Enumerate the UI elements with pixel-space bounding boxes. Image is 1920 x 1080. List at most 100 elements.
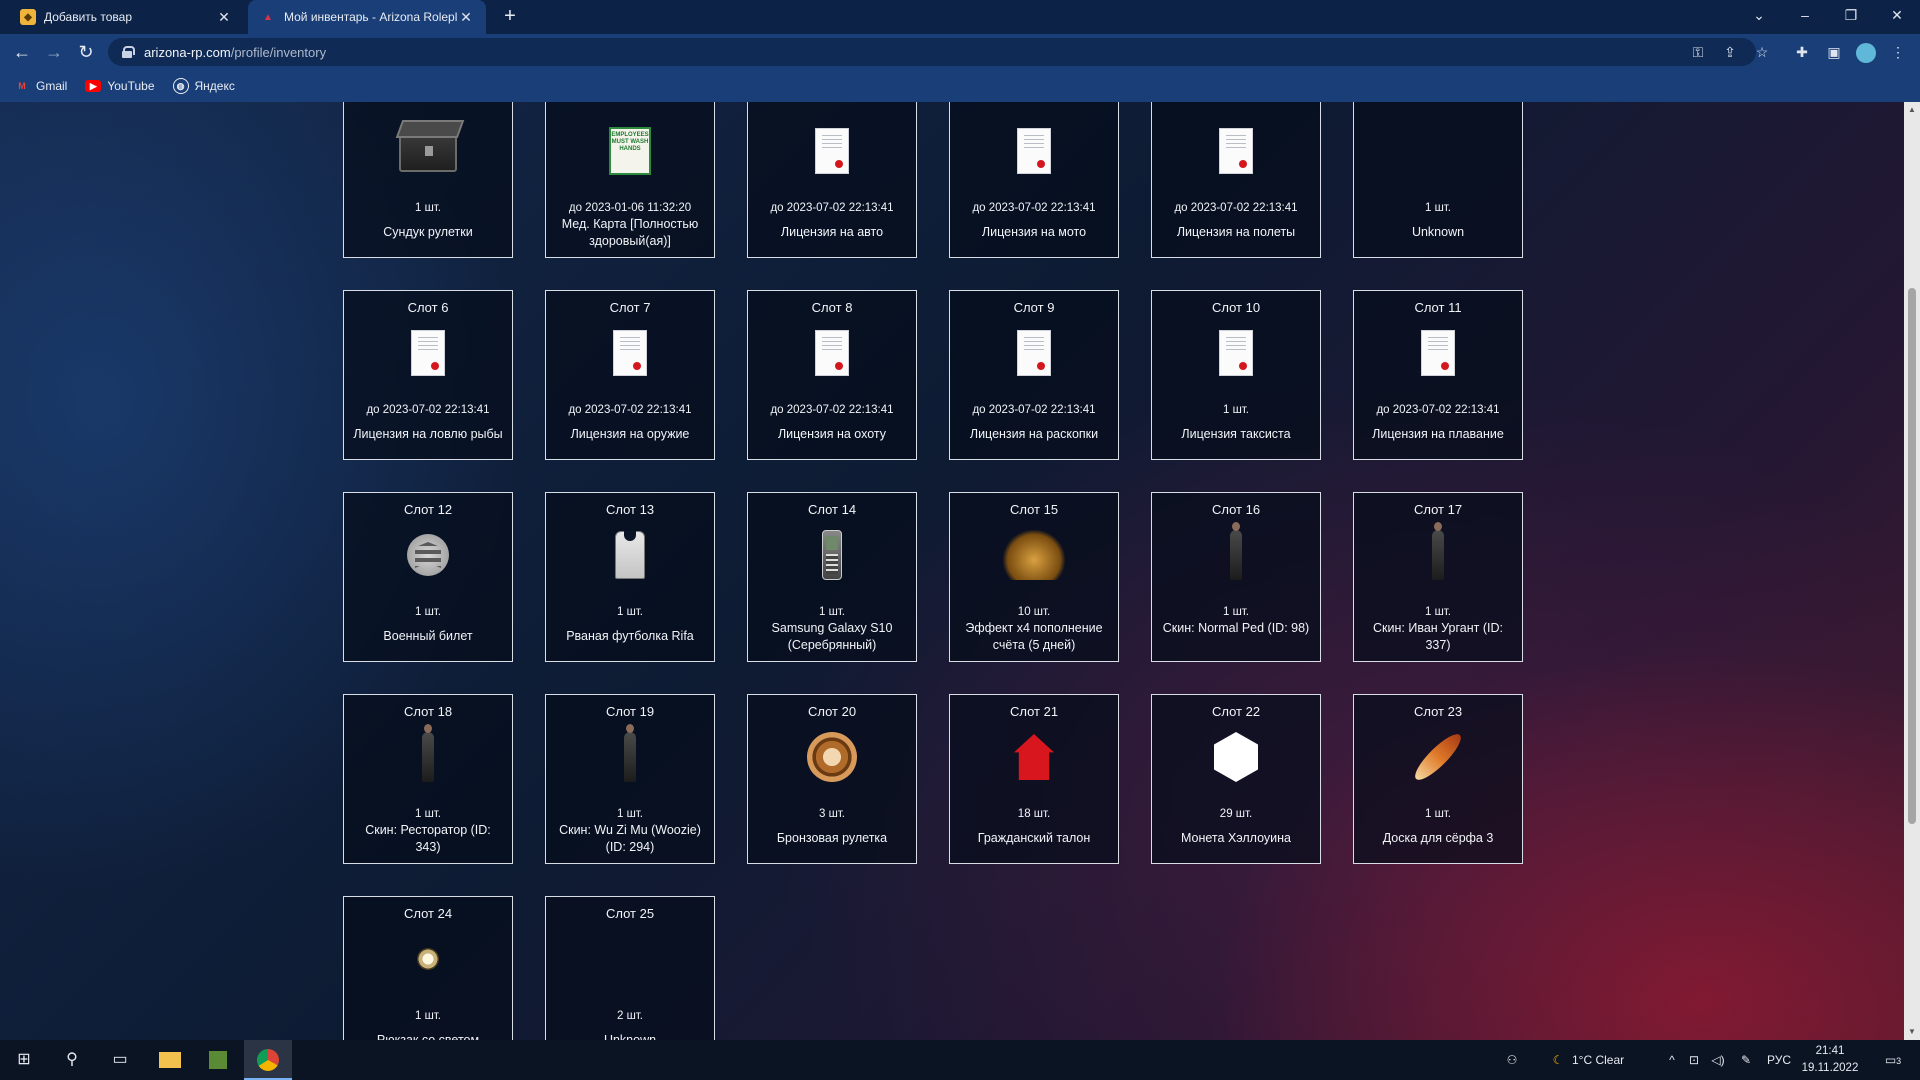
inventory-slot[interactable]: Слот 21 18 шт. Гражданский талон: [949, 694, 1119, 864]
notification-count: 3: [1896, 1056, 1902, 1066]
chrome-icon[interactable]: [244, 1040, 292, 1080]
item-image: [1003, 325, 1065, 381]
inventory-slot[interactable]: до 2023-07-02 22:13:41 Лицензия на мото: [949, 102, 1119, 258]
side-panel-icon[interactable]: ▣: [1822, 40, 1846, 64]
inventory-slot[interactable]: Слот 9 до 2023-07-02 22:13:41 Лицензия на …: [949, 290, 1119, 460]
inventory-slot[interactable]: 1 шт. Сундук рулетки: [343, 102, 513, 258]
weather-text[interactable]: 1°C Clear: [1572, 1040, 1652, 1080]
inventory-slot[interactable]: Слот 15 10 шт. Эффект x4 пополнение счёта …: [949, 492, 1119, 662]
notifications-icon[interactable]: ▭3: [1878, 1040, 1908, 1080]
shirt-icon: [615, 531, 645, 579]
inventory-slot[interactable]: Слот 16 1 шт. Скин: Normal Ped (ID: 98): [1151, 492, 1321, 662]
inventory-slot[interactable]: Слот 17 1 шт. Скин: Иван Ургант (ID: 337): [1353, 492, 1523, 662]
reload-icon[interactable]: ↻: [74, 40, 98, 64]
item-quantity: 1 шт.: [1222, 606, 1249, 618]
item-quantity: до 2023-07-02 22:13:41: [1174, 202, 1298, 214]
address-bar[interactable]: arizona-rp.com/profile/inventory: [108, 38, 1756, 66]
phone-icon: [822, 530, 842, 580]
inventory-slot[interactable]: Слот 14 1 шт. Samsung Galaxy S10 (Серебрян…: [747, 492, 917, 662]
close-tab-icon[interactable]: ✕: [458, 9, 474, 26]
item-name: Скин: Ресторатор (ID: 343): [365, 823, 491, 854]
file-explorer-icon[interactable]: [146, 1040, 194, 1080]
pen-icon[interactable]: ✎: [1738, 1040, 1754, 1080]
inventory-slot[interactable]: Слот 6 до 2023-07-02 22:13:41 Лицензия на …: [343, 290, 513, 460]
key-icon[interactable]: ⚿: [1686, 40, 1710, 64]
tab-title: Мой инвентарь - Arizona Rolepl: [284, 10, 458, 24]
inventory-slot[interactable]: Слот 24 1 шт. Рюкзак со светом: [343, 896, 513, 1040]
language-indicator[interactable]: РУС: [1764, 1040, 1794, 1080]
scrollbar[interactable]: ▲ ▼: [1904, 102, 1920, 1040]
restore-icon[interactable]: ❐: [1828, 0, 1874, 30]
slot-number: Слот 19: [605, 704, 655, 719]
inventory-slot[interactable]: Слот 18 1 шт. Скин: Ресторатор (ID: 343): [343, 694, 513, 864]
tab-add-product[interactable]: ◆ Добавить товар ✕: [8, 0, 244, 34]
scrollbar-thumb[interactable]: [1908, 288, 1916, 824]
inventory-slot[interactable]: Слот 23 1 шт. Доска для сёрфа 3: [1353, 694, 1523, 864]
item-quantity: 1 шт.: [616, 808, 643, 820]
chevron-up-icon[interactable]: ^: [1664, 1040, 1680, 1080]
slot-number: Слот 11: [1414, 300, 1462, 315]
item-image: [599, 724, 661, 785]
arizona-favicon-icon: ▲: [263, 11, 273, 23]
inventory-slot[interactable]: Слот 22 29 шт. Монета Хэллоуина: [1151, 694, 1321, 864]
tab-inventory[interactable]: ▲ Мой инвентарь - Arizona Rolepl ✕: [248, 0, 486, 34]
item-quantity: 29 шт.: [1219, 808, 1253, 820]
inventory-slot[interactable]: Слот 8 до 2023-07-02 22:13:41 Лицензия на …: [747, 290, 917, 460]
license-icon: [1219, 128, 1253, 174]
item-quantity: 3 шт.: [818, 808, 845, 820]
inventory-slot[interactable]: до 2023-07-02 22:13:41 Лицензия на полеты: [1151, 102, 1321, 258]
inventory-slot[interactable]: Слот 13 1 шт. Рваная футболка Rifa: [545, 492, 715, 662]
forward-icon[interactable]: →: [42, 40, 66, 64]
inventory-slot[interactable]: Слот 20 3 шт. Бронзовая рулетка: [747, 694, 917, 864]
close-tab-icon[interactable]: ✕: [216, 9, 232, 26]
item-quantity: 1 шт.: [1222, 404, 1249, 416]
item-image: [801, 527, 863, 583]
item-image: [397, 527, 459, 583]
license-icon: [411, 330, 445, 376]
bookmark-gmail[interactable]: M Gmail: [14, 78, 67, 94]
item-quantity: до 2023-01-06 11:32:20: [568, 202, 692, 214]
inventory-slot[interactable]: Слот 11 до 2023-07-02 22:13:41 Лицензия на…: [1353, 290, 1523, 460]
tab-search-icon[interactable]: ⌄: [1736, 0, 1782, 30]
extensions-icon[interactable]: ✚: [1790, 40, 1814, 64]
item-name: Лицензия таксиста: [1181, 427, 1291, 441]
inventory-slot[interactable]: Слот 12 1 шт. Военный билет: [343, 492, 513, 662]
profile-avatar[interactable]: [1854, 40, 1878, 64]
item-quantity: до 2023-07-02 22:13:41: [568, 404, 692, 416]
minimize-icon[interactable]: –: [1782, 0, 1828, 30]
people-icon[interactable]: ⚇: [1500, 1040, 1524, 1080]
windows-start-icon[interactable]: ⊞: [0, 1040, 48, 1080]
inventory-slot[interactable]: Слот 10 1 шт. Лицензия таксиста: [1151, 290, 1321, 460]
taskbar: ⊞ ⚲ ▭ ⚇ ☾ 1°C Clear ^ ⊡ ◁) ✎ РУС 21:41 1…: [0, 1040, 1920, 1080]
inventory-slot[interactable]: EMPLOYEES MUST WASH HANDS до 2023-01-06 11:…: [545, 102, 715, 258]
inventory-slot[interactable]: до 2023-07-02 22:13:41 Лицензия на авто: [747, 102, 917, 258]
scroll-up-icon[interactable]: ▲: [1904, 102, 1920, 118]
clock[interactable]: 21:41 19.11.2022: [1800, 1043, 1860, 1077]
minecraft-icon[interactable]: [194, 1040, 242, 1080]
bookmark-star-icon[interactable]: ☆: [1750, 40, 1774, 64]
inventory-slot[interactable]: 1 шт. Unknown: [1353, 102, 1523, 258]
inventory-slot[interactable]: Слот 25 2 шт. Unknown: [545, 896, 715, 1040]
slot-number: Слот 10: [1211, 300, 1261, 315]
inventory-slot[interactable]: Слот 19 1 шт. Скин: Wu Zi Mu (Woozie) (ID:…: [545, 694, 715, 864]
scroll-down-icon[interactable]: ▼: [1904, 1024, 1920, 1040]
license-icon: [815, 330, 849, 376]
item-quantity: 1 шт.: [414, 606, 441, 618]
search-icon[interactable]: ⚲: [48, 1040, 96, 1080]
share-icon[interactable]: ⇪: [1718, 40, 1742, 64]
volume-icon[interactable]: ◁): [1710, 1040, 1726, 1080]
bookmark-youtube[interactable]: ▶ YouTube: [85, 79, 155, 93]
bookmark-yandex[interactable]: ◍ Яндекс: [172, 78, 235, 94]
inventory-slot[interactable]: Слот 7 до 2023-07-02 22:13:41 Лицензия на …: [545, 290, 715, 460]
close-window-icon[interactable]: ✕: [1874, 0, 1920, 30]
task-view-icon[interactable]: ▭: [96, 1040, 144, 1080]
new-tab-button[interactable]: +: [498, 5, 522, 29]
url-path: /profile/inventory: [230, 44, 327, 60]
item-image: [801, 729, 863, 785]
network-icon[interactable]: ⊡: [1686, 1040, 1702, 1080]
menu-icon[interactable]: ⋮: [1886, 40, 1910, 64]
item-name: Сундук рулетки: [383, 225, 473, 239]
item-quantity: до 2023-07-02 22:13:41: [770, 404, 894, 416]
bookmarks-bar: M Gmail ▶ YouTube ◍ Яндекс: [0, 70, 1920, 102]
back-icon[interactable]: ←: [10, 40, 34, 64]
